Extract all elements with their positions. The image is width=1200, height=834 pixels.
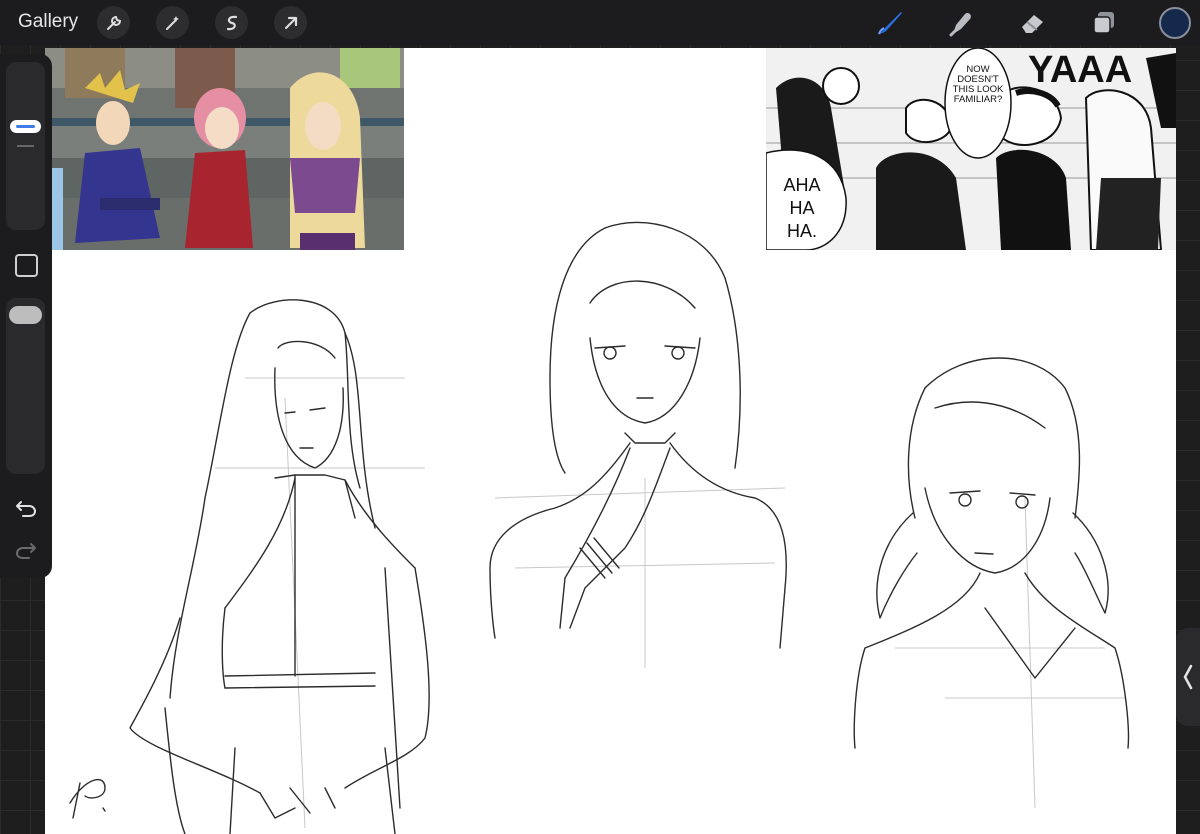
- brush-size-slider[interactable]: [6, 62, 45, 230]
- sketch-figure-long-hair: [129, 299, 430, 834]
- wrench-icon[interactable]: [97, 6, 130, 39]
- smudge-icon[interactable]: [945, 6, 979, 40]
- modify-button[interactable]: [15, 254, 38, 277]
- undo-button[interactable]: [14, 498, 38, 523]
- color-picker-button[interactable]: [1159, 7, 1191, 39]
- layers-icon[interactable]: [1087, 6, 1121, 40]
- chevron-left-icon: [1183, 664, 1193, 690]
- drawing-canvas[interactable]: NOW DOESN'T THIS LOOK FAMILIAR? AHA HA H…: [45, 48, 1176, 834]
- sidebar-toggle-tab[interactable]: [1176, 628, 1200, 726]
- transform-arrow-icon[interactable]: [274, 6, 307, 39]
- brush-size-thumb[interactable]: [10, 120, 41, 133]
- sketch-figure-pigtails: [853, 357, 1130, 809]
- artist-signature: [69, 778, 106, 819]
- left-sidebar: [0, 54, 52, 578]
- selection-icon[interactable]: [215, 6, 248, 39]
- sketch-figure-bob-hair: [489, 221, 787, 668]
- sketch-drawings: [69, 221, 1130, 834]
- redo-button[interactable]: [14, 540, 38, 565]
- opacity-thumb[interactable]: [9, 306, 42, 324]
- brush-icon[interactable]: [873, 6, 907, 40]
- eraser-icon[interactable]: [1016, 6, 1050, 40]
- opacity-slider[interactable]: [6, 298, 45, 474]
- magic-wand-icon[interactable]: [156, 6, 189, 39]
- gallery-button[interactable]: Gallery: [18, 11, 78, 33]
- top-toolbar: Gallery: [0, 0, 1200, 45]
